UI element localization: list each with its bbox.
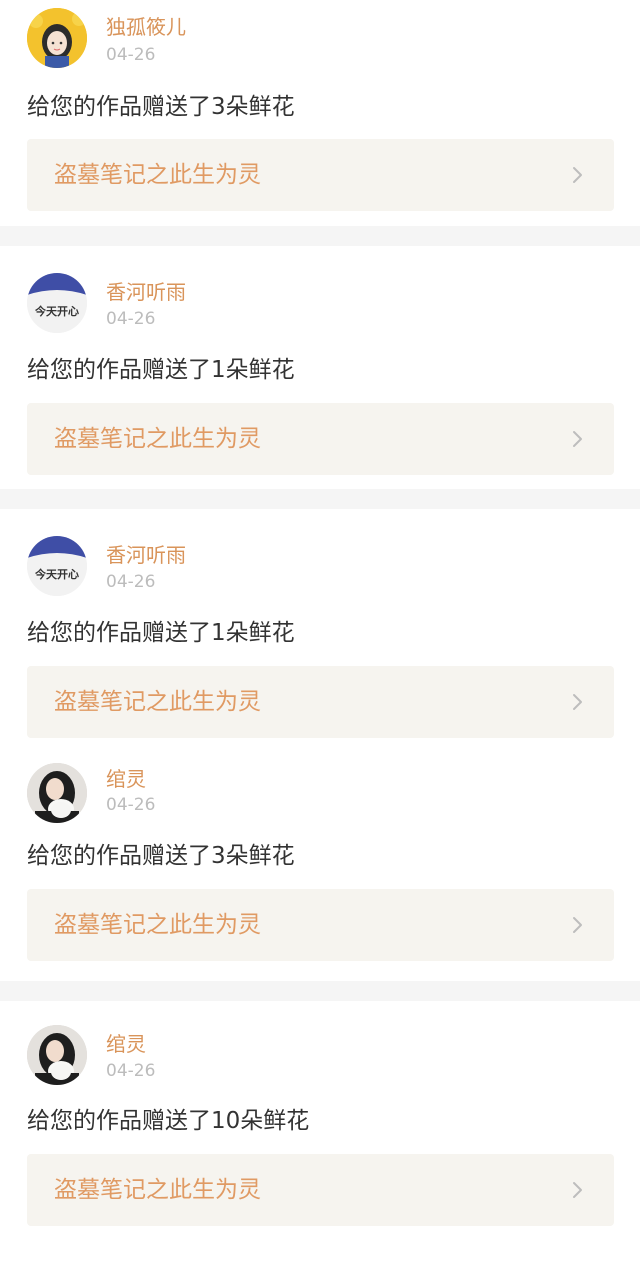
work-title: 盗墓笔记之此生为灵: [54, 426, 261, 452]
date: 04-26: [106, 1061, 156, 1081]
date: 04-26: [106, 572, 156, 592]
notification-card: 独孤筱儿 04-26 给您的作品赠送了3朵鲜花 盗墓笔记之此生为灵: [0, 0, 640, 226]
gift-message: 给您的作品赠送了1朵鲜花: [27, 357, 295, 383]
separator: [0, 489, 640, 509]
gift-message: 给您的作品赠送了1朵鲜花: [27, 620, 295, 646]
username[interactable]: 绾灵: [106, 1032, 146, 1056]
handwriting-icon: 今天开心: [27, 536, 87, 596]
date: 04-26: [106, 795, 156, 815]
gift-message: 给您的作品赠送了10朵鲜花: [27, 1108, 310, 1134]
chevron-right-icon: [573, 694, 582, 710]
date: 04-26: [106, 309, 156, 329]
chevron-right-icon: [573, 917, 582, 933]
gift-message: 给您的作品赠送了3朵鲜花: [27, 843, 295, 869]
svg-text:今天开心: 今天开心: [34, 567, 79, 581]
flower-notification-feed: 独孤筱儿 04-26 给您的作品赠送了3朵鲜花 盗墓笔记之此生为灵 今天开心 香…: [0, 0, 640, 1261]
chevron-right-icon: [573, 167, 582, 183]
separator: [0, 981, 640, 1001]
username[interactable]: 独孤筱儿: [106, 15, 186, 39]
username[interactable]: 香河听雨: [106, 280, 186, 304]
handwriting-icon: 今天开心: [27, 273, 87, 333]
username[interactable]: 绾灵: [106, 767, 146, 791]
handwriting-avatar[interactable]: 今天开心: [27, 273, 87, 333]
work-title: 盗墓笔记之此生为灵: [54, 162, 261, 188]
date: 04-26: [106, 45, 156, 65]
girl-photo-icon: [27, 763, 87, 823]
girl-photo-icon: [27, 1025, 87, 1085]
separator: [0, 226, 640, 246]
notification-card: 今天开心 香河听雨 04-26 给您的作品赠送了1朵鲜花 盗墓笔记之此生为灵: [0, 509, 640, 739]
notification-card: 今天开心 香河听雨 04-26 给您的作品赠送了1朵鲜花 盗墓笔记之此生为灵: [0, 246, 640, 489]
work-link[interactable]: 盗墓笔记之此生为灵: [27, 666, 614, 738]
username[interactable]: 香河听雨: [106, 543, 186, 567]
work-link[interactable]: 盗墓笔记之此生为灵: [27, 889, 614, 961]
girl-photo-avatar[interactable]: [27, 1025, 87, 1085]
gift-message: 给您的作品赠送了3朵鲜花: [27, 94, 295, 120]
chevron-right-icon: [573, 1182, 582, 1198]
svg-text:今天开心: 今天开心: [34, 304, 79, 318]
work-link[interactable]: 盗墓笔记之此生为灵: [27, 403, 614, 475]
notification-card: 绾灵 04-26 给您的作品赠送了10朵鲜花 盗墓笔记之此生为灵: [0, 1001, 640, 1261]
work-link[interactable]: 盗墓笔记之此生为灵: [27, 139, 614, 211]
notification-card: 绾灵 04-26 给您的作品赠送了3朵鲜花 盗墓笔记之此生为灵: [0, 739, 640, 981]
handwriting-avatar[interactable]: 今天开心: [27, 536, 87, 596]
cartoon-girl-icon: [27, 8, 87, 68]
work-title: 盗墓笔记之此生为灵: [54, 689, 261, 715]
chevron-right-icon: [573, 431, 582, 447]
cartoon-girl-avatar[interactable]: [27, 8, 87, 68]
work-link[interactable]: 盗墓笔记之此生为灵: [27, 1154, 614, 1226]
work-title: 盗墓笔记之此生为灵: [54, 1177, 261, 1203]
girl-photo-avatar[interactable]: [27, 763, 87, 823]
work-title: 盗墓笔记之此生为灵: [54, 912, 261, 938]
